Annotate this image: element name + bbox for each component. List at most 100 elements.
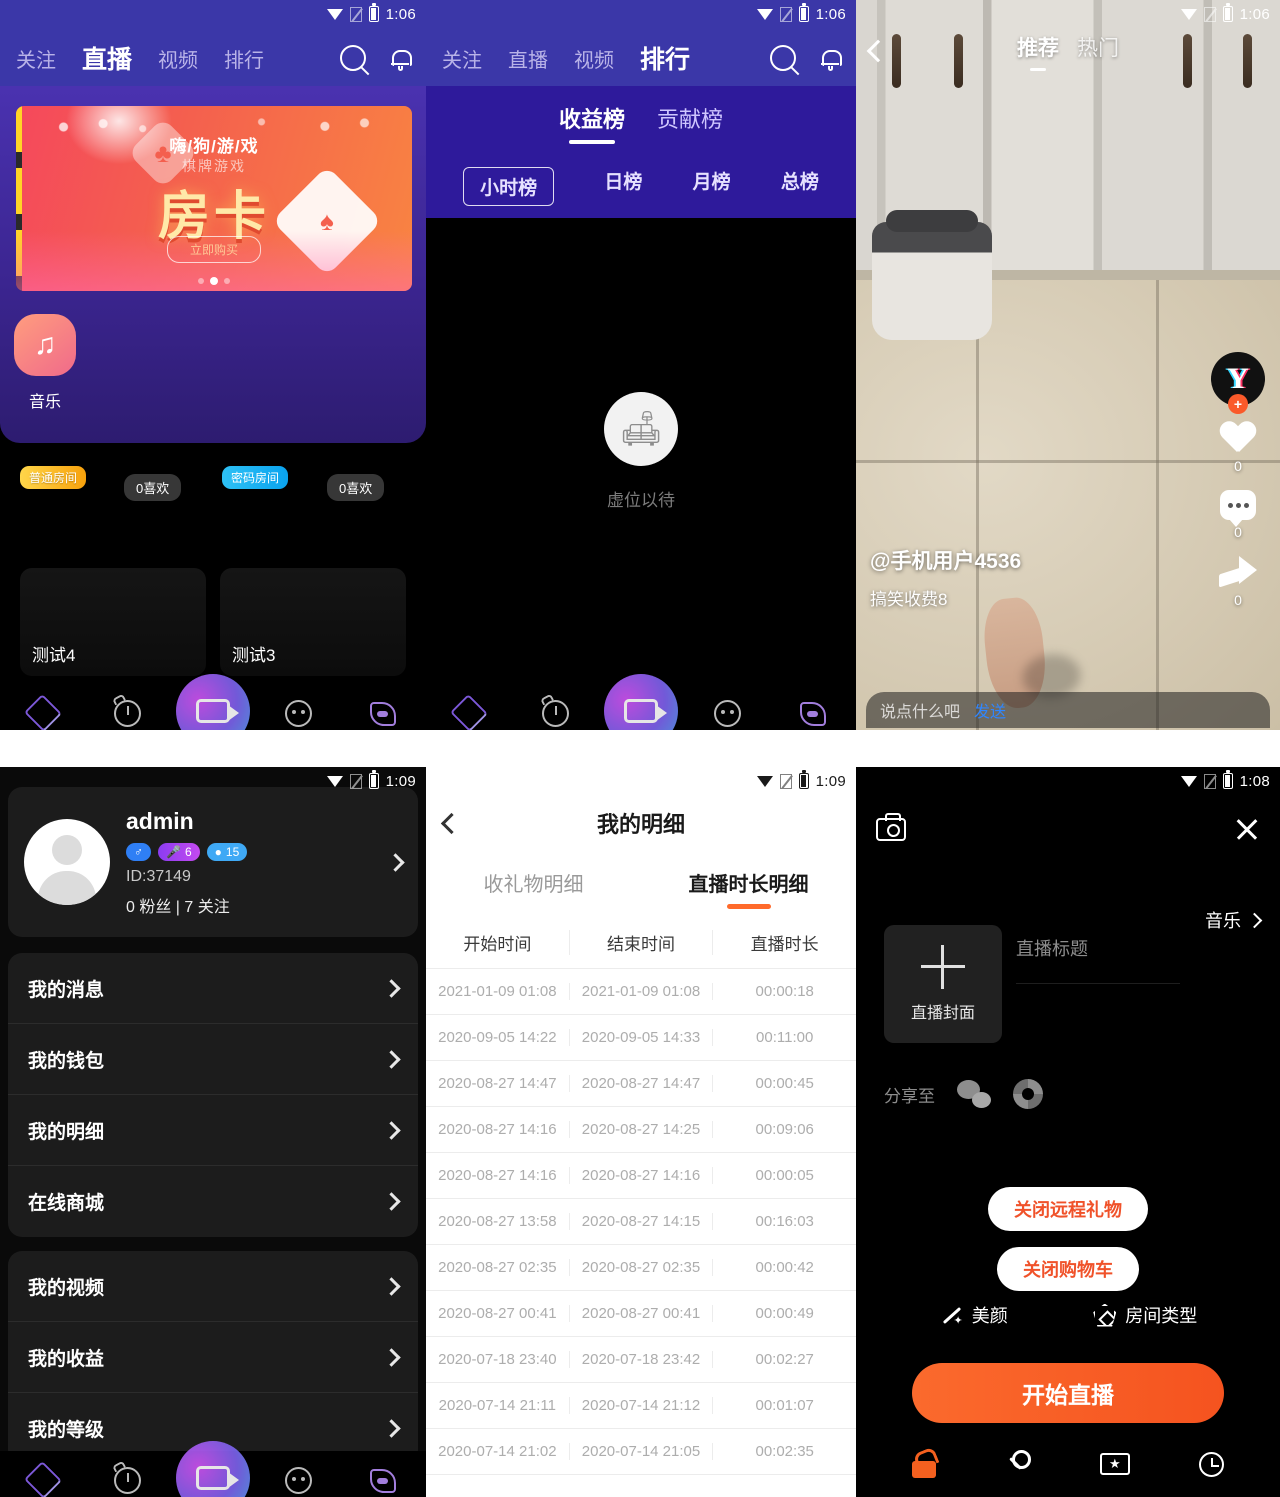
nav-clock[interactable] — [111, 696, 145, 730]
room-card-title: 测试3 — [232, 646, 276, 665]
nav-clock[interactable] — [111, 1463, 145, 1497]
tab-recommend[interactable]: 推荐 — [1017, 32, 1059, 71]
nav-clock[interactable] — [538, 696, 572, 730]
camera-flip-icon[interactable] — [876, 812, 906, 841]
heart-icon[interactable] — [1220, 422, 1256, 454]
nav-home[interactable] — [23, 693, 62, 730]
feed-tabs: 推荐 热门 — [856, 32, 1280, 71]
cell-end: 2021-01-09 01:08 — [568, 983, 713, 1000]
period-hourly[interactable]: 小时榜 — [463, 167, 555, 206]
nav-home[interactable] — [23, 1460, 62, 1497]
profile-card[interactable]: admin ♂ 🎤 6 ● 15 ID:37149 0 粉丝 | 7 关注 — [8, 787, 418, 937]
nav-go-live[interactable] — [604, 674, 678, 730]
nav-profile[interactable] — [366, 696, 400, 730]
menu-item-income[interactable]: 我的收益 — [8, 1322, 418, 1393]
nav-home[interactable] — [449, 693, 489, 730]
segment-income[interactable]: 收益榜 — [559, 102, 625, 144]
avatar[interactable] — [24, 819, 110, 905]
segment-contribution[interactable]: 贡献榜 — [657, 102, 723, 144]
room-type-label: 房间类型 — [1125, 1306, 1198, 1326]
close-icon[interactable] — [1234, 816, 1260, 842]
avatar[interactable]: Y + — [1211, 352, 1265, 414]
like-action[interactable]: 0 — [1220, 422, 1256, 474]
cell-duration: 00:00:05 — [712, 1167, 856, 1184]
menu-item-videos[interactable]: 我的视频 — [8, 1251, 418, 1322]
toggle-remote-gift-button[interactable]: 关闭远程礼物 — [988, 1187, 1148, 1231]
nav-profile[interactable] — [796, 696, 830, 730]
share-action[interactable]: 0 — [1219, 556, 1257, 608]
period-daily[interactable]: 日榜 — [604, 167, 642, 206]
empty-state-text: 虚位以待 — [607, 490, 675, 510]
ticket-icon[interactable]: ★ — [1099, 1453, 1130, 1475]
header-actions — [770, 45, 842, 71]
col-duration: 直播时长 — [712, 930, 856, 955]
cell-start: 2020-07-14 21:11 — [438, 1397, 556, 1414]
nav-go-live[interactable] — [175, 674, 250, 730]
room-card[interactable]: 测试3 — [220, 568, 406, 676]
toggle-shopping-cart-button[interactable]: 关闭购物车 — [997, 1247, 1139, 1291]
period-total[interactable]: 总榜 — [781, 167, 819, 206]
room-type-tool[interactable]: 房间类型 — [1093, 1302, 1197, 1328]
category-music[interactable]: ♫ 音乐 — [14, 314, 76, 412]
stream-title-input[interactable]: 直播标题 — [1016, 935, 1180, 961]
cover-upload-button[interactable]: 直播封面 — [884, 925, 1002, 1043]
tab-hot[interactable]: 热门 — [1077, 32, 1119, 71]
video-action-rail: Y + 0 0 0 — [1208, 352, 1268, 608]
menu-item-details[interactable]: 我的明细 — [8, 1095, 418, 1166]
room-card[interactable]: 测试4 — [20, 568, 206, 676]
music-note-icon: ♫ — [14, 314, 76, 376]
banner-cta-button[interactable]: 立即购买 — [166, 236, 262, 263]
chevron-right-icon — [382, 978, 401, 998]
tab-follow[interactable]: 关注 — [16, 44, 56, 73]
nav-face[interactable] — [281, 696, 315, 730]
nav-face[interactable] — [281, 1463, 315, 1497]
tab-ranking[interactable]: 排行 — [224, 44, 264, 73]
menu-item-messages[interactable]: 我的消息 — [8, 953, 418, 1024]
tab-follow[interactable]: 关注 — [442, 44, 482, 73]
bell-icon[interactable] — [820, 47, 842, 71]
tab-ranking[interactable]: 排行 — [640, 40, 690, 76]
period-monthly[interactable]: 月榜 — [693, 167, 731, 206]
stream-title-field[interactable]: 直播标题 — [1016, 935, 1180, 984]
plus-icon[interactable]: + — [1228, 394, 1248, 414]
start-live-button[interactable]: 开始直播 — [912, 1363, 1224, 1423]
tab-video[interactable]: 视频 — [158, 44, 198, 73]
comment-icon[interactable] — [1220, 490, 1256, 527]
nav-go-live[interactable] — [175, 1441, 250, 1497]
menu-item-store[interactable]: 在线商城 — [8, 1166, 418, 1237]
nav-profile[interactable] — [366, 1463, 400, 1497]
status-bar: 1:06 — [0, 0, 426, 28]
cell-end: 2020-07-18 23:42 — [568, 1351, 713, 1368]
fans-following: 0 粉丝 | 7 关注 — [126, 898, 230, 916]
share-icon[interactable] — [1219, 556, 1257, 588]
comment-bar[interactable]: 说点什么吧 发送 — [866, 692, 1270, 728]
table-row: 2020-09-05 14:22 2020-09-05 14:33 00:11:… — [426, 1015, 856, 1061]
tab-duration-detail[interactable]: 直播时长明细 — [641, 857, 856, 913]
tab-live[interactable]: 直播 — [82, 40, 132, 76]
cell-end: 2020-08-27 14:25 — [568, 1121, 713, 1138]
video-author[interactable]: @手机用户4536 — [870, 545, 1021, 575]
nav-face[interactable] — [710, 696, 744, 730]
mic-icon[interactable] — [1005, 1450, 1032, 1478]
tab-video[interactable]: 视频 — [574, 44, 614, 73]
table-header-row: 开始时间 结束时间 直播时长 — [426, 917, 856, 969]
lock-icon[interactable] — [912, 1450, 937, 1478]
battery-icon — [368, 3, 379, 22]
wechat-icon[interactable] — [957, 1080, 991, 1108]
search-icon[interactable] — [770, 45, 796, 71]
qq-icon[interactable] — [1013, 1079, 1043, 1109]
comment-input[interactable]: 说点什么吧 — [880, 698, 960, 722]
room-category-selector[interactable]: 音乐 — [1205, 907, 1263, 933]
tab-live[interactable]: 直播 — [508, 44, 548, 73]
menu-item-wallet[interactable]: 我的钱包 — [8, 1024, 418, 1095]
cell-duration: 00:00:45 — [712, 1075, 856, 1092]
promo-banner[interactable]: ♣ ♠ 嗨/狗/游/戏 棋牌游戏 房卡 立即购买 — [16, 106, 412, 291]
tab-gift-detail[interactable]: 收礼物明细 — [426, 857, 641, 913]
clock-icon[interactable] — [1198, 1451, 1224, 1477]
comment-action[interactable]: 0 — [1220, 490, 1256, 540]
pentagon-home-icon — [1093, 1303, 1117, 1327]
send-button[interactable]: 发送 — [974, 698, 1006, 722]
beauty-tool[interactable]: 美颜 — [939, 1302, 1008, 1328]
search-icon[interactable] — [340, 45, 366, 71]
bell-icon[interactable] — [390, 47, 412, 71]
